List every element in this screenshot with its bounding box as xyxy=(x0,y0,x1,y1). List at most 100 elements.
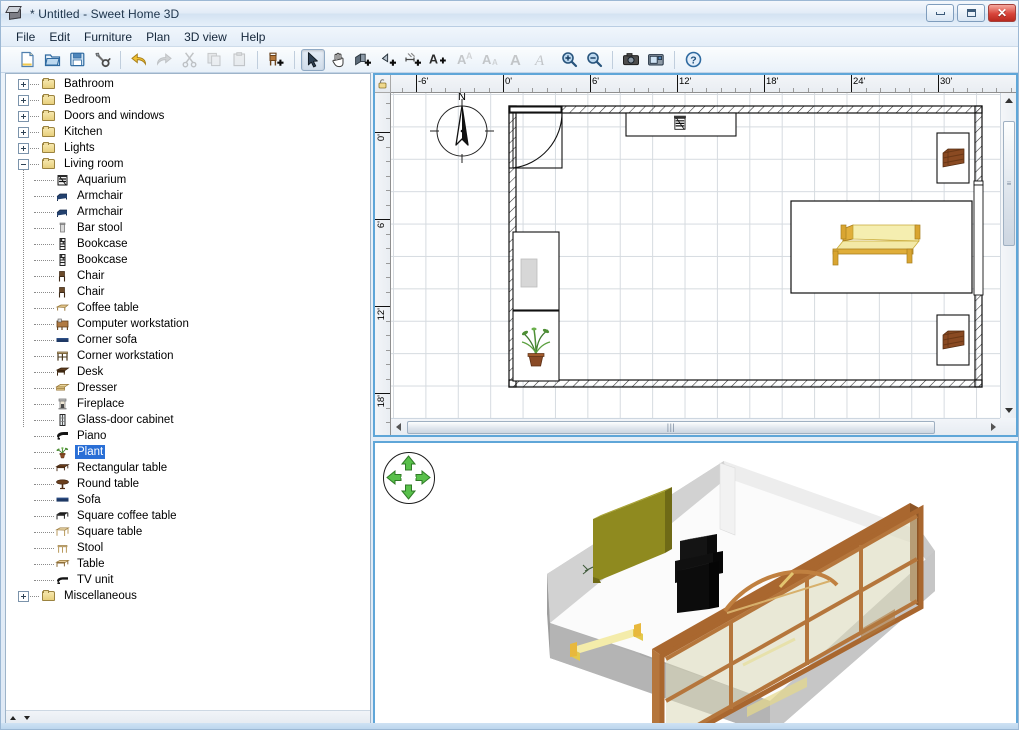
scroll-left-arrow[interactable] xyxy=(6,712,20,724)
minimize-button[interactable] xyxy=(926,4,954,22)
tree-item-bookcase[interactable]: Bookcase xyxy=(6,236,370,252)
redo-icon[interactable] xyxy=(152,49,176,71)
plan-hscroll-thumb[interactable]: ||| xyxy=(407,420,935,434)
zoom-out-icon[interactable] xyxy=(582,49,606,71)
tree-item-bookcase[interactable]: Bookcase xyxy=(6,252,370,268)
undo-icon[interactable] xyxy=(127,49,151,71)
minimize-icon xyxy=(935,11,945,15)
plan-vscroll-thumb[interactable]: ≡ xyxy=(1003,121,1015,246)
collapse-toggle-icon[interactable] xyxy=(18,158,29,170)
tree-item-tv-unit[interactable]: TV unit xyxy=(6,572,370,588)
create-dimensions-icon[interactable] xyxy=(401,49,425,71)
decrease-text-size-icon[interactable]: A A xyxy=(479,49,503,71)
open-folder-icon[interactable] xyxy=(40,49,64,71)
italic-icon[interactable]: A xyxy=(529,49,553,71)
tree-item-armchair[interactable]: Armchair xyxy=(6,188,370,204)
menu-plan[interactable]: Plan xyxy=(139,28,177,46)
tree-item-coffee-table[interactable]: Coffee table xyxy=(6,300,370,316)
tree-item-stool[interactable]: Stool xyxy=(6,540,370,556)
tree-item-computer-workstation[interactable]: Computer workstation xyxy=(6,316,370,332)
tree-item-bar-stool[interactable]: Bar stool xyxy=(6,220,370,236)
tree-category-doors-and-windows[interactable]: Doors and windows xyxy=(6,108,370,124)
maximize-button[interactable] xyxy=(957,4,985,22)
create-rooms-icon[interactable] xyxy=(376,49,400,71)
create-video-icon[interactable] xyxy=(644,49,668,71)
tree-item-round-table[interactable]: Round table xyxy=(6,476,370,492)
tree-category-living-room[interactable]: Living room xyxy=(6,156,370,172)
create-walls-icon[interactable] xyxy=(351,49,375,71)
select-arrow-icon[interactable] xyxy=(301,48,325,71)
ruler-corner-lock-icon[interactable] xyxy=(375,75,391,93)
tree-item-label: Armchair xyxy=(77,206,124,218)
tree-item-square-table[interactable]: Square table xyxy=(6,524,370,540)
cut-icon[interactable] xyxy=(177,49,201,71)
close-button[interactable]: ✕ xyxy=(988,4,1016,22)
menu-edit[interactable]: Edit xyxy=(42,28,77,46)
tree-category-bathroom[interactable]: Bathroom xyxy=(6,76,370,92)
catalog-horizontal-scrollbar[interactable] xyxy=(6,710,370,724)
tree-item-rectangular-table[interactable]: Rectangular table xyxy=(6,460,370,476)
tree-item-fireplace[interactable]: Fireplace xyxy=(6,396,370,412)
scroll-right-arrow[interactable] xyxy=(20,712,34,724)
plan-scroll-down-arrow[interactable] xyxy=(1001,403,1016,418)
tree-item-aquarium[interactable]: Aquarium xyxy=(6,172,370,188)
plan-scroll-up-arrow[interactable] xyxy=(1001,93,1016,108)
chair-icon xyxy=(54,269,71,284)
tree-item-corner-workstation[interactable]: Corner workstation xyxy=(6,348,370,364)
tree-item-desk[interactable]: Desk xyxy=(6,364,370,380)
tree-item-corner-sofa[interactable]: Corner sofa xyxy=(6,332,370,348)
3d-scene[interactable] xyxy=(375,443,1016,727)
tree-connector xyxy=(34,195,54,197)
tree-item-label: TV unit xyxy=(77,574,114,586)
plan-canvas[interactable]: N xyxy=(391,93,1000,418)
navigation-compass[interactable] xyxy=(383,452,435,504)
tree-item-glass-door-cabinet[interactable]: Glass-door cabinet xyxy=(6,412,370,428)
menu-help[interactable]: Help xyxy=(234,28,273,46)
plan-vertical-scrollbar[interactable]: ≡ xyxy=(1000,93,1016,418)
help-icon[interactable]: ? xyxy=(681,49,705,71)
add-text-icon[interactable]: A xyxy=(426,49,450,71)
3d-view-panel[interactable] xyxy=(373,441,1018,729)
cabinet-left-wall xyxy=(512,231,560,311)
menu-3d-view[interactable]: 3D view xyxy=(177,28,234,46)
expand-toggle-icon[interactable] xyxy=(18,126,29,138)
menu-file[interactable]: File xyxy=(9,28,42,46)
tree-item-chair[interactable]: Chair xyxy=(6,268,370,284)
tree-item-sofa[interactable]: Sofa xyxy=(6,492,370,508)
plan-scroll-right-arrow[interactable] xyxy=(986,421,1000,433)
zoom-in-icon[interactable] xyxy=(557,49,581,71)
tree-category-bedroom[interactable]: Bedroom xyxy=(6,92,370,108)
tree-connector xyxy=(34,339,54,341)
tree-item-dresser[interactable]: Dresser xyxy=(6,380,370,396)
new-document-icon[interactable] xyxy=(15,49,39,71)
tree-item-armchair[interactable]: Armchair xyxy=(6,204,370,220)
bold-icon[interactable]: A xyxy=(504,49,528,71)
preferences-icon[interactable] xyxy=(90,49,114,71)
tree-item-plant[interactable]: Plant xyxy=(6,444,370,460)
menu-furniture[interactable]: Furniture xyxy=(77,28,139,46)
tree-item-square-coffee-table[interactable]: Square coffee table xyxy=(6,508,370,524)
expand-toggle-icon[interactable] xyxy=(18,110,29,122)
expand-toggle-icon[interactable] xyxy=(18,142,29,154)
paste-icon[interactable] xyxy=(227,49,251,71)
tree-item-chair[interactable]: Chair xyxy=(6,284,370,300)
tree-item-piano[interactable]: Piano xyxy=(6,428,370,444)
tree-item-label: Kitchen xyxy=(64,126,103,138)
furniture-catalog-panel: Bathroom Bedroom Doors and windows Kitchen L… xyxy=(5,73,371,725)
add-furniture-icon[interactable] xyxy=(264,49,288,71)
plan-scroll-left-arrow[interactable] xyxy=(391,421,405,433)
expand-toggle-icon[interactable] xyxy=(18,78,29,90)
tree-item-table[interactable]: Table xyxy=(6,556,370,572)
copy-icon[interactable] xyxy=(202,49,226,71)
expand-toggle-icon[interactable] xyxy=(18,94,29,106)
photo-camera-icon[interactable] xyxy=(619,49,643,71)
increase-text-size-icon[interactable]: A A xyxy=(454,49,478,71)
save-icon[interactable] xyxy=(65,49,89,71)
tree-category-lights[interactable]: Lights xyxy=(6,140,370,156)
plan-horizontal-scrollbar[interactable]: ||| xyxy=(391,418,1000,435)
expand-toggle-icon[interactable] xyxy=(18,590,29,602)
tree-category-kitchen[interactable]: Kitchen xyxy=(6,124,370,140)
pan-hand-icon[interactable] xyxy=(326,49,350,71)
furniture-tree[interactable]: Bathroom Bedroom Doors and windows Kitchen L… xyxy=(6,74,370,710)
tree-category-miscellaneous[interactable]: Miscellaneous xyxy=(6,588,370,604)
